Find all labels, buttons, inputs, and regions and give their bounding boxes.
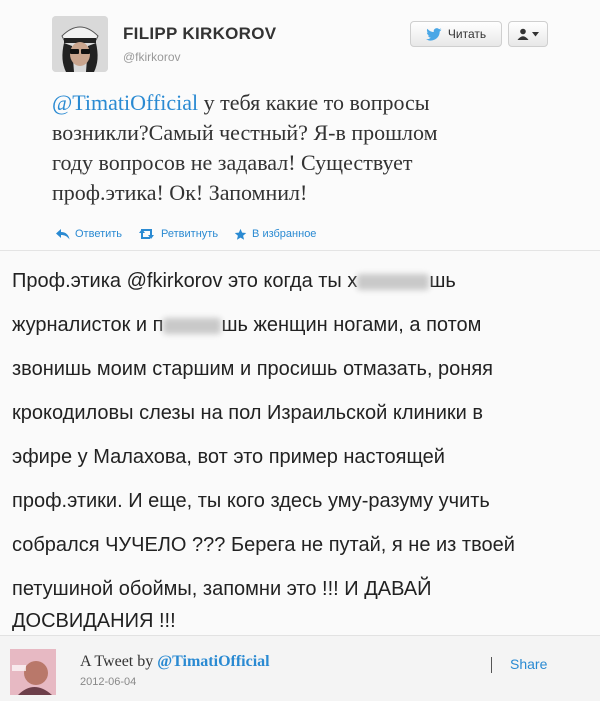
retweet-icon (139, 229, 155, 239)
mention-link[interactable]: @TimatiOfficial (52, 90, 198, 115)
retweet-label: Ретвитнуть (161, 228, 219, 240)
tweet-actions: Ответить Ретвитнуть В избранное (56, 226, 316, 242)
tweet-card: FILIPP KIRKOROV @fkirkorov Читать @Timat… (0, 0, 600, 251)
author-avatar[interactable] (52, 16, 108, 72)
reply-line: проф.этики. И еще, ты кого здесь уму-раз… (12, 490, 490, 512)
reply-line: звонишь моим старшим и просишь отмазать,… (12, 358, 493, 380)
reply-line: крокодиловы слезы на пол Израильской кли… (12, 402, 484, 424)
reply-line-text: Проф.этика @fkirkorov это когда ты х (12, 270, 358, 292)
attribution-prefix: A Tweet by (80, 653, 158, 670)
reply-message: Проф.этика @fkirkorov это когда ты х шь ж… (0, 251, 600, 635)
caret-down-icon (532, 31, 539, 36)
censored-blur (163, 317, 222, 334)
reply-line: эфире у Малахова, вот это пример настоящ… (12, 446, 445, 468)
timati-avatar[interactable] (10, 649, 56, 695)
avatar-image (52, 16, 108, 72)
reply-line-text: шь (429, 270, 456, 292)
tweet-text-line: возникли?Самый честный? Я-в прошлом (52, 120, 438, 145)
censored-blur (357, 273, 430, 290)
reply-icon (56, 228, 70, 239)
reply-action[interactable]: Ответить (56, 228, 122, 240)
reply-line: петушиной обоймы, запомни это !!! И ДАВА… (12, 578, 432, 600)
tweet-text-line: году вопросов не задавал! Существует (52, 150, 413, 175)
user-icon (517, 28, 529, 40)
attribution-author-link[interactable]: @TimatiOfficial (157, 653, 269, 670)
avatar-image (10, 649, 56, 695)
follow-button-label: Читать (447, 27, 487, 41)
tweet-attribution: A Tweet by @TimatiOfficial (80, 653, 270, 671)
tweet-text-line: у тебя какие то вопросы (198, 90, 430, 115)
author-handle[interactable]: @fkirkorov (123, 50, 181, 64)
retweet-action[interactable]: Ретвитнуть (138, 228, 218, 240)
reply-line: Проф.этика @fkirkorov это когда ты х шь (12, 270, 592, 293)
twitter-bird-icon (425, 27, 442, 41)
user-menu-button[interactable] (508, 21, 548, 47)
star-icon (234, 228, 247, 240)
reply-line: ДОСВИДАНИЯ !!! (12, 610, 176, 632)
reply-line: собрался ЧУЧЕЛО ??? Берега не путай, я н… (12, 534, 515, 556)
tweet-text-line: проф.этика! Ок! Запомнил! (52, 180, 308, 205)
reply-line-text: журналисток и п (12, 314, 164, 336)
embedded-tweet-footer: A Tweet by @TimatiOfficial 2012-06-04 Sh… (0, 635, 600, 701)
share-link[interactable]: Share (510, 656, 547, 672)
reply-line-text: шь женщин ногами, а потом (221, 314, 482, 336)
tweet-text: @TimatiOfficial у тебя какие то вопросы … (52, 88, 552, 208)
author-name[interactable]: FILIPP KIRKOROV (123, 24, 276, 44)
follow-button[interactable]: Читать (410, 21, 502, 47)
reply-label: Ответить (75, 228, 123, 240)
footer-divider (491, 657, 492, 673)
favorite-action[interactable]: В избранное (234, 228, 316, 241)
favorite-label: В избранное (252, 228, 317, 240)
tweet-date[interactable]: 2012-06-04 (80, 676, 136, 688)
reply-line: журналисток и п шь женщин ногами, а потом (12, 314, 592, 337)
